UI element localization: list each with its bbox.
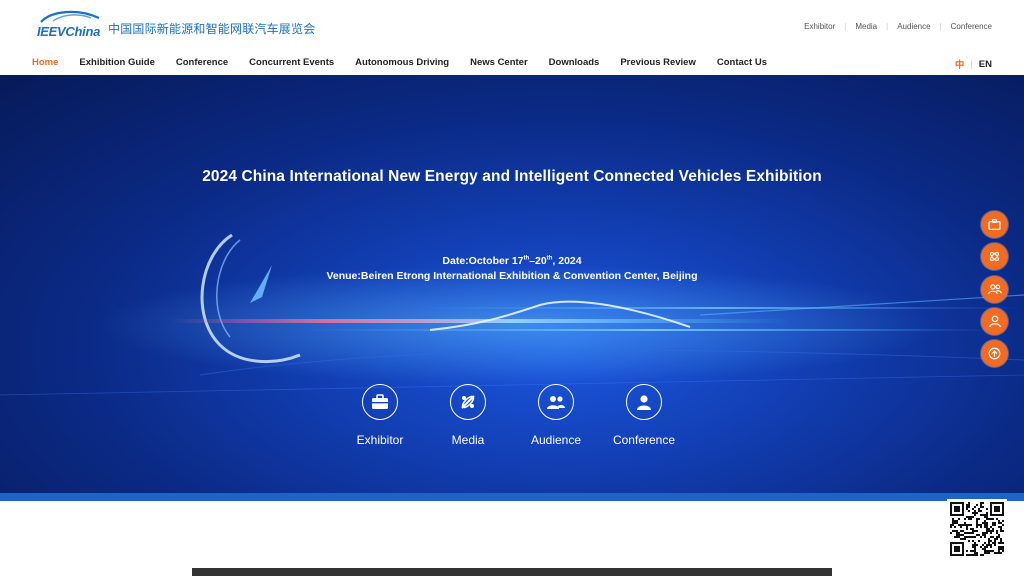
hero-date: Date:October 17th–20th, 2024 [0,255,1024,267]
nav-item-home[interactable]: Home [32,57,58,68]
nav-item-autonomous-driving[interactable]: Autonomous Driving [355,57,449,68]
person-icon [626,384,662,420]
logo-chinese-name: 中国国际新能源和智能网联汽车展览会 [108,21,316,36]
nav-item-concurrent-events[interactable]: Concurrent Events [249,57,334,68]
side-button-audience[interactable] [981,275,1008,303]
nav-item-downloads[interactable]: Downloads [549,57,600,68]
divider: | [886,22,889,31]
nav-item-news-center[interactable]: News Center [470,57,528,68]
person-icon [988,315,1001,328]
briefcase-icon [988,219,1001,230]
side-button-media[interactable] [981,243,1008,271]
entry-media[interactable]: Media [428,384,508,447]
date-prefix: Date:October 17 [442,255,524,267]
nav-item-contact-us[interactable]: Contact Us [717,57,767,68]
side-button-exhibitor[interactable] [981,211,1008,238]
back-to-top-icon [988,347,1001,360]
divider: | [844,22,847,31]
qr-code-image [950,502,1004,556]
language-switcher: 中 | EN [955,57,992,72]
site-header: IEEVChina 中国国际新能源和智能网联汽车展览会 Exhibitor | … [0,0,1024,75]
nav-item-previous-review[interactable]: Previous Review [620,57,696,68]
entry-label: Conference [612,433,676,447]
media-icon [990,252,999,262]
entry-label: Media [451,433,485,447]
briefcase-icon [362,384,398,420]
entry-label: Audience [530,433,582,447]
media-icon [450,384,486,420]
hero-background-art [0,233,1024,396]
lang-english[interactable]: EN [979,59,992,70]
top-link-exhibitor[interactable]: Exhibitor [804,22,835,31]
top-link-audience[interactable]: Audience [897,22,930,31]
side-button-conference[interactable] [981,307,1008,335]
date-year: , 2024 [552,255,582,267]
nav-item-conference[interactable]: Conference [176,57,228,68]
entry-conference[interactable]: Conference [604,384,684,447]
site-logo[interactable]: IEEVChina 中国国际新能源和智能网联汽车展览会 [37,10,316,42]
lang-chinese[interactable]: 中 [955,57,965,71]
top-links: Exhibitor | Media | Audience | Conferenc… [804,22,992,31]
hero-bottom-strip [0,493,1024,501]
entry-exhibitor[interactable]: Exhibitor [340,384,420,447]
hero-banner: 2024 China International New Energy and … [0,75,1024,493]
top-link-media[interactable]: Media [855,22,877,31]
hero-title: 2024 China International New Energy and … [202,168,822,185]
top-link-conference[interactable]: Conference [951,22,992,31]
audience-icon [538,384,574,420]
divider: | [939,22,942,31]
audience-icon [987,284,1002,295]
content-section-top [192,568,832,576]
main-nav: Home Exhibition Guide Conference Concurr… [32,57,788,68]
logo-text: IEEVChina [37,24,101,39]
nav-item-exhibition-guide[interactable]: Exhibition Guide [79,57,154,68]
logo-mark: IEEVChina [37,10,103,41]
floating-side-menu [981,211,1008,372]
logo-car-arc-icon [40,10,100,23]
divider: | [970,58,973,70]
entry-audience[interactable]: Audience [516,384,596,447]
side-button-back-to-top[interactable] [981,340,1008,368]
entry-label: Exhibitor [356,433,404,447]
hero-venue: Venue:Beiren Etrong International Exhibi… [326,270,698,282]
date-mid: –20 [529,255,547,267]
qr-code [947,499,1007,559]
